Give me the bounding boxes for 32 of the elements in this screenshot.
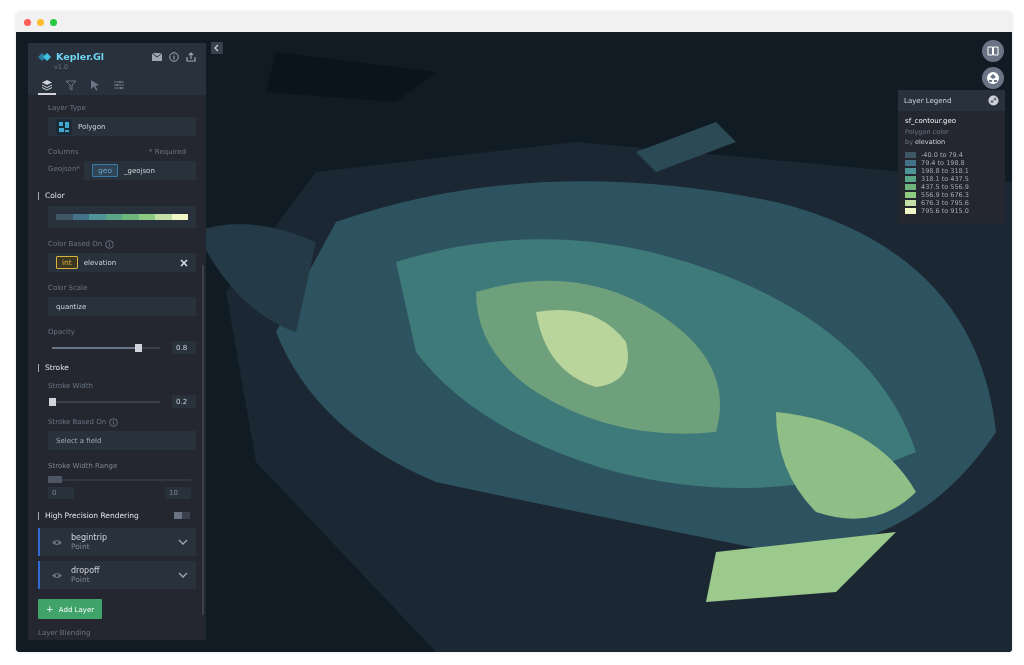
layers-icon [41,79,53,91]
logo-icon [38,51,52,62]
close-icon[interactable] [180,258,188,267]
collapse-button[interactable] [211,42,223,54]
toggle-switch[interactable] [174,512,190,519]
chevron-down-icon[interactable] [178,572,188,578]
filter-icon [65,79,77,91]
panel-tab[interactable] [38,77,56,95]
share-icon[interactable] [186,51,196,62]
layers-icon [986,71,1000,85]
slider-thumb[interactable] [49,397,56,406]
color-ramp-select[interactable] [48,206,196,228]
mail-icon[interactable] [152,52,162,61]
polygon-icon [56,118,72,135]
slider-thumb[interactable] [135,343,143,352]
opacity-slider[interactable] [52,342,160,353]
eye-icon[interactable] [52,538,62,546]
info-icon[interactable] [169,51,179,62]
stroke-width-slider[interactable] [52,396,160,407]
eye-icon[interactable] [52,571,62,579]
chevron-left-icon [213,44,221,52]
legend-toggle-icon[interactable] [988,95,999,106]
info-icon [109,418,119,427]
book-icon [987,45,999,57]
info-icon [105,240,115,249]
window-control[interactable] [24,18,31,26]
layer-name: dropoff [71,566,101,575]
layer-name: begintrip [71,533,109,542]
chevron-down-icon[interactable] [178,539,188,545]
cursor-icon [89,79,101,91]
app-title: Kepler.Gl [56,51,105,62]
sliders-icon [113,79,125,91]
